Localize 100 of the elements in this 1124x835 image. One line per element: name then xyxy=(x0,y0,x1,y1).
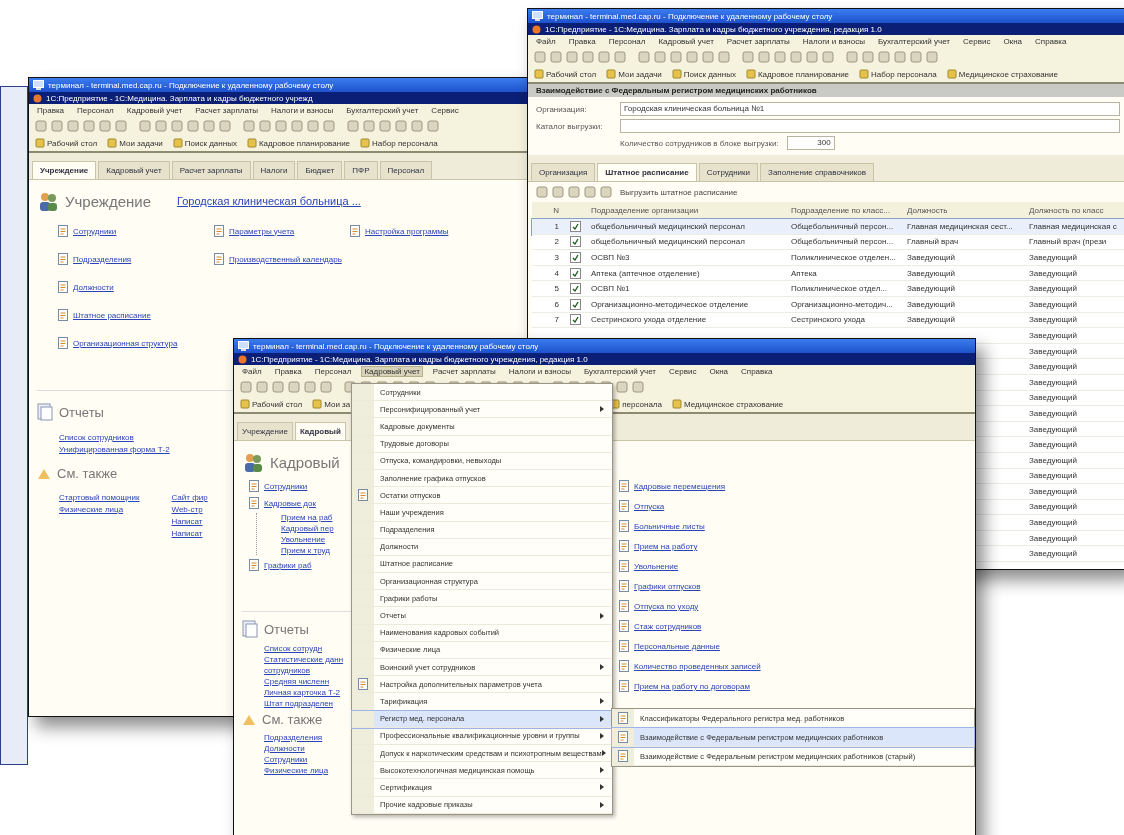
toolbar-icon[interactable] xyxy=(910,51,922,63)
shortcut-icon[interactable] xyxy=(672,399,682,409)
toolbar-icon[interactable] xyxy=(99,120,111,132)
checkbox[interactable] xyxy=(569,236,581,248)
menu-item[interactable]: Файл xyxy=(534,37,558,46)
nav-link[interactable]: Прием на работу по договорам xyxy=(634,681,750,691)
nav-link[interactable]: Штатное расписание xyxy=(73,310,151,320)
shortcut-link[interactable]: Кадровое планирование xyxy=(757,69,850,79)
see-also-link[interactable]: Подразделения xyxy=(264,733,323,742)
shortcut-icon[interactable] xyxy=(360,138,371,148)
toolbar-icon[interactable] xyxy=(670,51,682,63)
table-row[interactable]: 5 ОСВП №1 Поликлиническое отдел... Заведующий Заведующий xyxy=(532,281,1124,297)
shortcut-link[interactable]: Мои задачи xyxy=(618,69,662,79)
menu-item[interactable]: Персонал xyxy=(75,106,116,115)
shortcut-icon[interactable] xyxy=(35,138,45,148)
nav-link[interactable]: Кадровые док xyxy=(264,498,316,508)
menu-item[interactable]: Кадровый учет xyxy=(362,367,422,376)
nav-link[interactable]: Больничные листы xyxy=(634,521,705,531)
tab[interactable]: ПФР xyxy=(344,161,378,179)
tab[interactable]: Заполнение справочников xyxy=(760,163,875,181)
toolbar-icon[interactable] xyxy=(616,381,628,393)
toolbar-icon[interactable] xyxy=(790,51,802,63)
nav-link[interactable]: Производственный календарь xyxy=(229,254,342,264)
checkbox[interactable] xyxy=(569,220,581,232)
report-link[interactable]: Средняя численн xyxy=(264,677,330,686)
toolbar-icon[interactable] xyxy=(638,51,650,63)
shortcut-icon[interactable] xyxy=(534,69,544,79)
tab[interactable]: Учреждение xyxy=(32,161,97,179)
tab[interactable]: Штатное расписание xyxy=(597,163,697,181)
shortcut-icon[interactable] xyxy=(172,138,183,148)
shortcut-link[interactable]: Поиск данных xyxy=(184,138,237,148)
nav-link[interactable]: Увольнение xyxy=(281,535,326,544)
shortcut-icon[interactable] xyxy=(671,69,682,79)
nav-link[interactable]: Отпуска по уходу xyxy=(634,601,699,611)
shortcut-link[interactable]: Медицинское страхование xyxy=(684,399,784,409)
shortcut-link[interactable]: Набор персонала xyxy=(871,69,937,79)
shortcut-icon[interactable] xyxy=(107,138,118,148)
toolbar-icon[interactable] xyxy=(552,186,564,198)
nav-link[interactable]: Стаж сотрудников xyxy=(634,621,702,631)
menu-item[interactable]: Расчет зарплаты xyxy=(430,367,498,376)
tab[interactable]: Бюджет xyxy=(297,161,343,179)
toolbar-icon[interactable] xyxy=(259,120,271,132)
toolbar-icon[interactable] xyxy=(894,51,906,63)
shortcut-icon[interactable] xyxy=(606,69,617,79)
menu-item[interactable]: Файл xyxy=(240,367,264,376)
shortcut-link[interactable]: Рабочий стол xyxy=(252,399,303,409)
menu-item[interactable]: Справка xyxy=(1033,37,1069,46)
see-also-link[interactable]: Написат xyxy=(171,517,203,526)
nav-link[interactable]: Увольнение xyxy=(634,561,679,571)
menu-item[interactable]: Налоги и взносы xyxy=(269,106,336,115)
nav-link[interactable]: Персональные данные xyxy=(634,641,720,651)
toolbar-icon[interactable] xyxy=(256,381,268,393)
toolbar-icon[interactable] xyxy=(363,120,375,132)
menu-item[interactable]: Расчет зарплаты xyxy=(193,106,261,115)
toolbar-icon[interactable] xyxy=(582,51,594,63)
toolbar-icon[interactable] xyxy=(187,120,199,132)
toolbar-icon[interactable] xyxy=(614,51,626,63)
toolbar-icon[interactable] xyxy=(83,120,95,132)
toolbar-icon[interactable] xyxy=(203,120,215,132)
menu-item[interactable]: Налоги и взносы xyxy=(506,367,573,376)
report-link[interactable]: Список сотрудников xyxy=(59,433,134,442)
toolbar-icon[interactable] xyxy=(272,381,284,393)
menu-item[interactable]: Окна xyxy=(1001,37,1025,46)
toolbar-icon[interactable] xyxy=(395,120,407,132)
unload-button[interactable]: Выгрузить штатное расписание xyxy=(616,186,742,198)
toolbar-icon[interactable] xyxy=(550,51,562,63)
toolbar-icon[interactable] xyxy=(926,51,938,63)
toolbar-icon[interactable] xyxy=(379,120,391,132)
checkbox[interactable] xyxy=(569,283,581,295)
shortcut-icon[interactable] xyxy=(312,399,323,409)
tab[interactable]: Учреждение xyxy=(237,422,293,440)
toolbar-icon[interactable] xyxy=(654,51,666,63)
menu-item[interactable]: Сервис xyxy=(429,106,461,115)
menu-item[interactable]: Расчет зарплаты xyxy=(724,37,792,46)
menu-item[interactable]: Бухгалтерский учет xyxy=(344,106,421,115)
nav-link[interactable]: Подразделения xyxy=(73,254,132,264)
toolbar-icon[interactable] xyxy=(411,120,423,132)
menu-item[interactable]: Сервис xyxy=(667,367,699,376)
toolbar-icon[interactable] xyxy=(320,381,332,393)
toolbar-icon[interactable] xyxy=(51,120,63,132)
menu-item[interactable]: Сервис xyxy=(961,37,993,46)
toolbar-icon[interactable] xyxy=(584,186,596,198)
nav-link[interactable]: Сотрудники xyxy=(73,226,117,236)
shortcut-link[interactable]: Рабочий стол xyxy=(546,69,597,79)
menu-item[interactable]: Справка xyxy=(739,367,775,376)
shortcut-link[interactable]: Мои за xyxy=(324,399,351,409)
see-also-link[interactable]: Сотрудники xyxy=(264,755,308,764)
toolbar-icon[interactable] xyxy=(240,381,252,393)
report-link[interactable]: Унифицированная форма Т-2 xyxy=(59,445,170,454)
nav-link[interactable]: Прием к труд xyxy=(281,546,330,555)
toolbar-icon[interactable] xyxy=(323,120,335,132)
shortcut-icon[interactable] xyxy=(246,138,257,148)
toolbar-icon[interactable] xyxy=(600,186,612,198)
report-link[interactable]: Штат подразделен xyxy=(264,699,334,708)
menu-item[interactable]: Бухгалтерский учет xyxy=(875,37,953,46)
report-link[interactable]: Личная карточка Т-2 xyxy=(264,688,341,697)
toolbar-icon[interactable] xyxy=(702,51,714,63)
toolbar-icon[interactable] xyxy=(822,51,834,63)
checkbox[interactable] xyxy=(569,267,581,279)
toolbar-icon[interactable] xyxy=(846,51,858,63)
